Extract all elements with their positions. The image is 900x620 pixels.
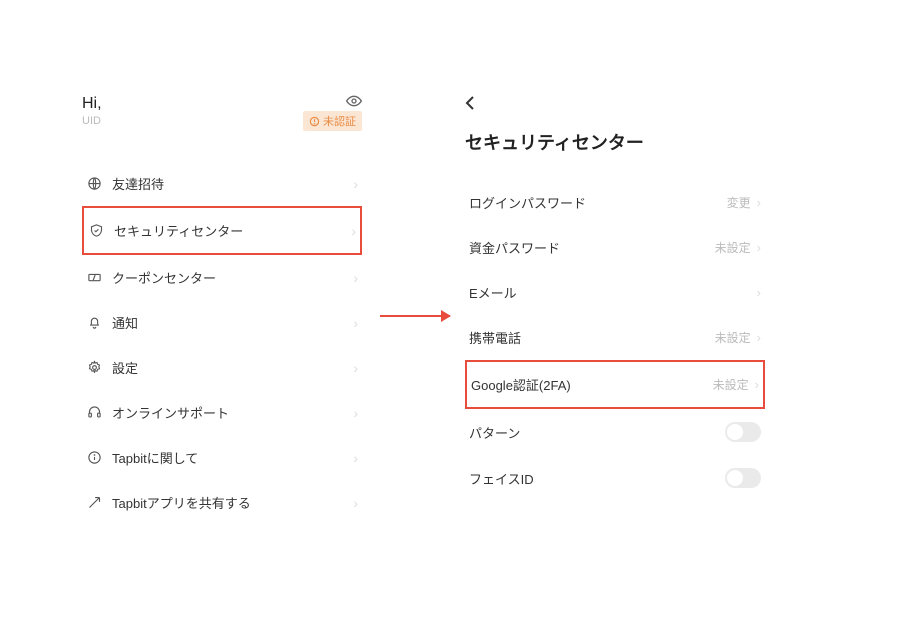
chevron-right-icon: › <box>353 270 358 286</box>
navigation-arrow-icon <box>380 315 450 317</box>
greeting-row: Hi, UID 未認証 <box>82 95 362 131</box>
setting-phone[interactable]: 携帯電話 未設定 › <box>465 315 765 360</box>
setting-value: 未設定 <box>715 329 751 346</box>
chevron-right-icon: › <box>351 223 356 239</box>
setting-label: 携帯電話 <box>469 328 521 347</box>
page-title: セキュリティセンター <box>465 129 765 155</box>
chevron-left-icon <box>465 95 475 111</box>
chevron-right-icon: › <box>757 330 761 345</box>
setting-fund-password[interactable]: 資金パスワード 未設定 › <box>465 225 765 270</box>
uid-label: UID <box>82 115 102 127</box>
chevron-right-icon: › <box>353 315 358 331</box>
chevron-right-icon: › <box>755 377 759 392</box>
menu-item-about[interactable]: Tapbitに関して › <box>82 435 362 480</box>
gear-icon <box>86 360 102 376</box>
globe-icon <box>86 176 102 192</box>
share-icon <box>86 495 102 511</box>
setting-label: 資金パスワード <box>469 238 560 257</box>
visibility-icon[interactable] <box>346 95 362 107</box>
menu-item-invite[interactable]: 友達招待 › <box>82 161 362 206</box>
setting-label: ログインパスワード <box>469 193 586 212</box>
menu-item-label: Tapbitに関して <box>112 448 198 467</box>
menu-item-label: 友達招待 <box>112 174 164 193</box>
menu-list: 友達招待 › セキュリティセンター › クーポンセンター › <box>82 161 362 525</box>
chevron-right-icon: › <box>757 240 761 255</box>
pattern-toggle[interactable] <box>725 422 761 442</box>
chevron-right-icon: › <box>353 450 358 466</box>
greeting-text: Hi, <box>82 95 102 113</box>
headset-icon <box>86 405 102 421</box>
menu-item-security[interactable]: セキュリティセンター › <box>82 206 362 255</box>
setting-value: 変更 <box>727 194 751 211</box>
setting-login-password[interactable]: ログインパスワード 変更 › <box>465 180 765 225</box>
setting-google-2fa[interactable]: Google認証(2FA) 未設定 › <box>465 360 765 409</box>
setting-email[interactable]: Eメール › <box>465 270 765 315</box>
chevron-right-icon: › <box>353 495 358 511</box>
menu-item-settings[interactable]: 設定 › <box>82 345 362 390</box>
menu-item-label: セキュリティセンター <box>114 221 243 240</box>
menu-item-label: Tapbitアプリを共有する <box>112 493 251 512</box>
back-button[interactable] <box>465 95 765 111</box>
shield-icon <box>88 223 104 239</box>
menu-item-label: 通知 <box>112 313 138 332</box>
chevron-right-icon: › <box>353 176 358 192</box>
menu-item-coupon[interactable]: クーポンセンター › <box>82 255 362 300</box>
setting-label: Google認証(2FA) <box>471 375 571 394</box>
setting-value: 未設定 <box>715 239 751 256</box>
menu-item-share[interactable]: Tapbitアプリを共有する › <box>82 480 362 525</box>
setting-label: Eメール <box>469 283 517 302</box>
faceid-toggle[interactable] <box>725 468 761 488</box>
chevron-right-icon: › <box>757 285 761 300</box>
menu-item-label: 設定 <box>112 358 138 377</box>
chevron-right-icon: › <box>353 360 358 376</box>
bell-icon <box>86 315 102 331</box>
info-icon <box>86 450 102 466</box>
chevron-right-icon: › <box>757 195 761 210</box>
account-menu-panel: Hi, UID 未認証 友達招待 › <box>82 95 362 525</box>
chevron-right-icon: › <box>353 405 358 421</box>
security-center-panel: セキュリティセンター ログインパスワード 変更 › 資金パスワード 未設定 › … <box>465 95 765 501</box>
settings-list: ログインパスワード 変更 › 資金パスワード 未設定 › Eメール › 携帯電話… <box>465 180 765 501</box>
setting-label: フェイスID <box>469 469 534 488</box>
setting-pattern: パターン <box>465 409 765 455</box>
unverified-badge[interactable]: 未認証 <box>303 111 362 131</box>
warning-icon <box>309 116 320 127</box>
menu-item-support[interactable]: オンラインサポート › <box>82 390 362 435</box>
menu-item-label: クーポンセンター <box>112 268 216 287</box>
setting-label: パターン <box>469 423 520 442</box>
menu-item-label: オンラインサポート <box>112 403 229 422</box>
ticket-icon <box>86 270 102 286</box>
setting-faceid: フェイスID <box>465 455 765 501</box>
menu-item-notifications[interactable]: 通知 › <box>82 300 362 345</box>
setting-value: 未設定 <box>713 376 749 393</box>
